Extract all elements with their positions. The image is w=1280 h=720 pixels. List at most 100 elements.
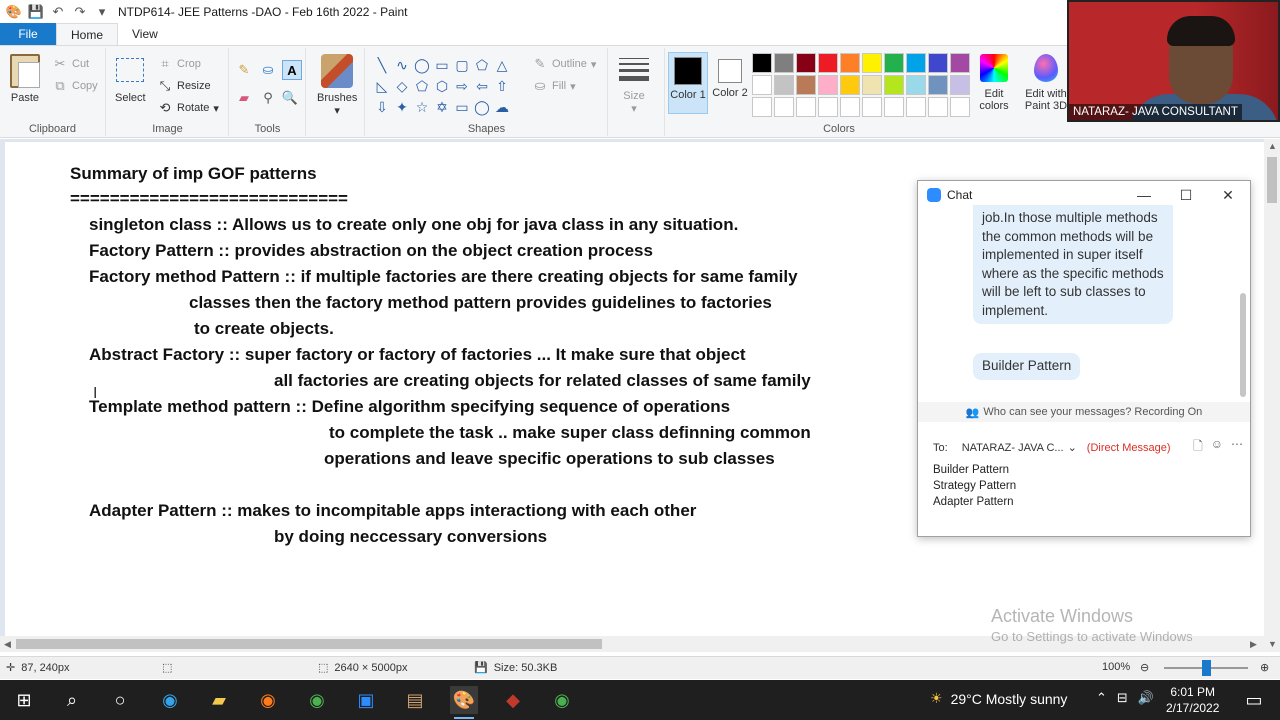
color-swatch[interactable]	[840, 53, 860, 73]
vertical-scroll-thumb[interactable]	[1267, 157, 1277, 203]
line-shape-icon[interactable]: ╲	[372, 55, 392, 76]
redo-icon[interactable]: ↷	[72, 4, 88, 20]
customize-toolbar-icon[interactable]: ▾	[94, 4, 110, 20]
maximize-icon[interactable]: ☐	[1176, 185, 1196, 205]
pencil-icon[interactable]: ✎	[236, 62, 252, 78]
windows-start-icon[interactable]: ⊞	[10, 686, 38, 714]
search-icon[interactable]: ⌕	[58, 686, 86, 714]
up-arrow-shape-icon[interactable]: ⇧	[492, 76, 512, 97]
zoom-in-icon[interactable]: ⊕	[1260, 661, 1269, 674]
copy-button[interactable]: ⧉ Copy	[52, 78, 97, 94]
curve-shape-icon[interactable]: ∿	[392, 55, 412, 76]
rounded-rectangle-shape-icon[interactable]: ▢	[452, 55, 472, 76]
triangle-shape-icon[interactable]: △	[492, 55, 512, 76]
color1-selector[interactable]: Color 1	[668, 52, 708, 114]
text-tool-icon[interactable]: A	[282, 60, 302, 80]
scroll-down-icon[interactable]: ▼	[1268, 639, 1277, 649]
zoom-out-icon[interactable]: ⊖	[1140, 661, 1149, 674]
edit-paint3d-button[interactable]: Edit with Paint 3D	[1024, 54, 1068, 112]
chat-scroll-thumb[interactable]	[1240, 293, 1246, 397]
color-swatch[interactable]	[928, 53, 948, 73]
pentagon-shape-icon[interactable]: ⬠	[412, 76, 432, 97]
hexagon-shape-icon[interactable]: ⬡	[432, 76, 452, 97]
scroll-left-icon[interactable]: ◀	[4, 639, 11, 650]
edge-browser-icon[interactable]: ◉	[156, 686, 184, 714]
six-point-star-shape-icon[interactable]: ✡	[432, 97, 452, 118]
color-swatch[interactable]	[862, 97, 882, 117]
five-point-star-shape-icon[interactable]: ☆	[412, 97, 432, 118]
minimize-icon[interactable]: —	[1134, 185, 1154, 205]
scroll-right-icon[interactable]: ▶	[1250, 639, 1257, 650]
network-icon[interactable]: ⊟	[1117, 690, 1128, 706]
diamond-shape-icon[interactable]: ◇	[392, 76, 412, 97]
color-swatch[interactable]	[928, 75, 948, 95]
callout-oval-shape-icon[interactable]: ◯	[472, 97, 492, 118]
firefox-icon[interactable]: ◉	[254, 686, 282, 714]
system-tray[interactable]: ⌃ ⊟ 🔊	[1096, 690, 1154, 706]
resize-button[interactable]: ⤡ Resize	[157, 78, 211, 94]
color-swatch[interactable]	[906, 75, 926, 95]
magnifier-icon[interactable]: 🔍	[282, 90, 298, 106]
undo-icon[interactable]: ↶	[50, 4, 66, 20]
scroll-up-icon[interactable]: ▲	[1268, 141, 1277, 151]
color-swatch[interactable]	[862, 53, 882, 73]
paint-taskbar-icon[interactable]: 🎨	[450, 686, 478, 719]
right-arrow-shape-icon[interactable]: ⇨	[452, 76, 472, 97]
rotate-button[interactable]: ⟲ Rotate ▾	[157, 100, 219, 116]
left-arrow-shape-icon[interactable]: ⇦	[472, 76, 492, 97]
chrome-icon-2[interactable]: ◉	[548, 686, 576, 714]
rectangle-shape-icon[interactable]: ▭	[432, 55, 452, 76]
volume-icon[interactable]: 🔊	[1138, 690, 1154, 706]
color-swatch[interactable]	[752, 53, 772, 73]
color-swatch[interactable]	[928, 97, 948, 117]
weather-widget[interactable]: ☀ 29°C Mostly sunny	[930, 690, 1067, 707]
save-icon[interactable]: 💾	[28, 4, 44, 20]
chrome-icon[interactable]: ◉	[303, 686, 331, 714]
color-palette[interactable]	[752, 53, 970, 117]
tab-file[interactable]: File	[0, 23, 56, 45]
color-swatch[interactable]	[950, 97, 970, 117]
four-point-star-shape-icon[interactable]: ✦	[392, 97, 412, 118]
privacy-notice[interactable]: 👥 Who can see your messages? Recording O…	[918, 402, 1250, 422]
paste-button[interactable]: Paste	[10, 54, 40, 104]
color-swatch[interactable]	[840, 97, 860, 117]
tab-home[interactable]: Home	[56, 23, 119, 45]
color2-selector[interactable]: Color 2	[710, 52, 750, 114]
callout-rect-shape-icon[interactable]: ▭	[452, 97, 472, 118]
oval-shape-icon[interactable]: ◯	[412, 55, 432, 76]
size-button[interactable]: Size ▾	[619, 54, 649, 115]
notifications-icon[interactable]: ▭	[1240, 686, 1268, 714]
eraser-icon[interactable]: ▰	[236, 90, 252, 106]
color-swatch[interactable]	[774, 97, 794, 117]
zoom-app-icon[interactable]: ▣	[352, 686, 380, 714]
color-swatch[interactable]	[818, 53, 838, 73]
file-explorer-icon[interactable]: ▰	[205, 686, 233, 714]
zoom-slider-thumb[interactable]	[1202, 660, 1211, 676]
color-swatch[interactable]	[884, 75, 904, 95]
color-swatch[interactable]	[818, 97, 838, 117]
edit-colors-button[interactable]: Edit colors	[976, 54, 1012, 112]
clock[interactable]: 6:01 PM 2/17/2022	[1166, 684, 1219, 716]
callout-cloud-shape-icon[interactable]: ☁	[492, 97, 512, 118]
color-picker-icon[interactable]: ⚲	[260, 90, 276, 106]
color-swatch[interactable]	[840, 75, 860, 95]
game-icon[interactable]: ◆	[499, 686, 527, 714]
right-triangle-shape-icon[interactable]: ◺	[372, 76, 392, 97]
color-swatch[interactable]	[906, 53, 926, 73]
color-swatch[interactable]	[796, 97, 816, 117]
color-swatch[interactable]	[950, 53, 970, 73]
close-icon[interactable]: ✕	[1218, 185, 1238, 205]
color-swatch[interactable]	[796, 75, 816, 95]
color-swatch[interactable]	[752, 97, 772, 117]
color-swatch[interactable]	[818, 75, 838, 95]
color-swatch[interactable]	[884, 97, 904, 117]
color-swatch[interactable]	[906, 97, 926, 117]
more-options-icon[interactable]: ⋯	[1231, 437, 1243, 458]
fill-bucket-icon[interactable]: ⛀	[260, 62, 276, 78]
cortana-icon[interactable]: ○	[106, 686, 134, 714]
color-swatch[interactable]	[796, 53, 816, 73]
color-swatch[interactable]	[884, 53, 904, 73]
chat-message-input[interactable]: Builder Pattern Strategy Pattern Adapter…	[933, 462, 1016, 510]
brushes-button[interactable]: Brushes ▾	[317, 54, 357, 117]
store-icon[interactable]: ▤	[401, 686, 429, 714]
